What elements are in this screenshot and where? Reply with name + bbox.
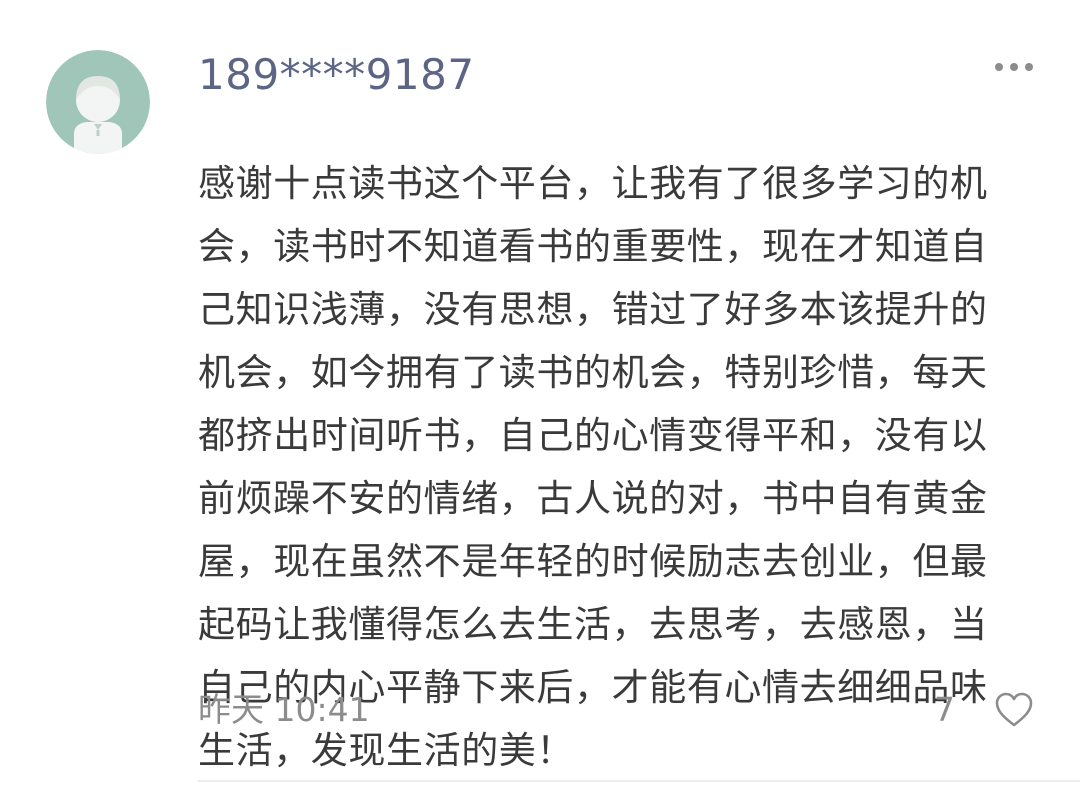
more-dots-icon <box>995 63 1033 71</box>
comment-line: 己知识浅薄，没有思想，错过了好多本该提升的 <box>198 288 988 331</box>
divider <box>198 780 1080 782</box>
comment-line: 会，读书时不知道看书的重要性，现在才知道自 <box>198 225 988 268</box>
like-count: 7 <box>934 690 955 729</box>
comment-card: 189****9187 感谢十点读书这个平台，让我有了很多学习的机 会，读书时不… <box>0 0 1080 808</box>
comment-line: 机会，如今拥有了读书的机会，特别珍惜，每天 <box>198 351 988 394</box>
comment-line: 屋，现在虽然不是年轻的时候励志去创业，但最 <box>198 540 988 583</box>
heart-outline-icon <box>995 692 1033 727</box>
comment-line: 起码让我懂得怎么去生活，去思考，去感恩，当 <box>198 603 988 646</box>
like-button[interactable] <box>992 688 1036 732</box>
more-options-button[interactable] <box>988 52 1040 82</box>
username[interactable]: 189****9187 <box>198 50 475 100</box>
avatar[interactable] <box>46 50 150 154</box>
comment-line: 前烦躁不安的情绪，古人说的对，书中自有黄金 <box>198 477 988 520</box>
comment-line: 感谢十点读书这个平台，让我有了很多学习的机 <box>198 162 988 205</box>
comment-line: 生活，发现生活的美！ <box>198 729 574 772</box>
default-user-avatar-icon <box>46 50 150 154</box>
comment-line: 都挤出时间听书，自己的心情变得平和，没有以 <box>198 414 988 457</box>
comment-timestamp: 昨天 10:41 <box>198 690 370 729</box>
